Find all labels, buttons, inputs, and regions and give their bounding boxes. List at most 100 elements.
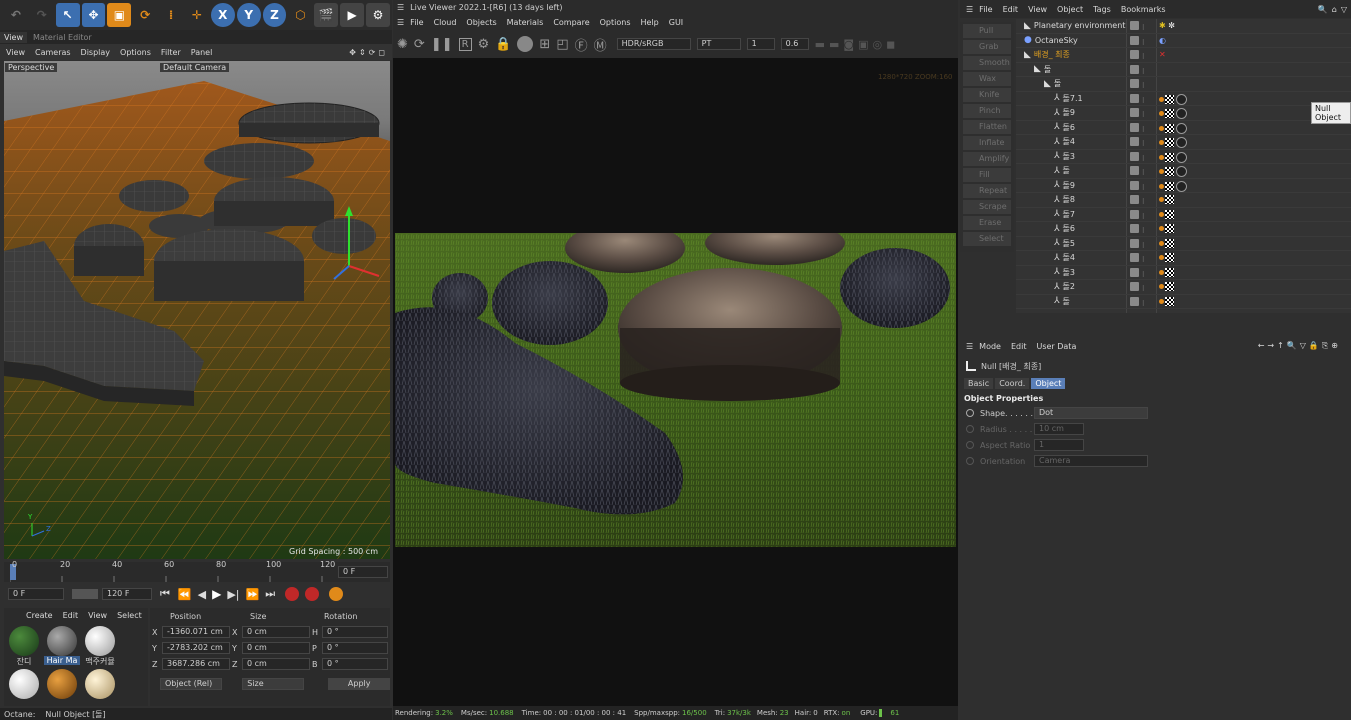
- object-row[interactable]: ⅄ 돌6 ⁝: [1016, 222, 1351, 237]
- value-field-1[interactable]: 1: [746, 38, 775, 50]
- size-x-field[interactable]: 0 cm: [242, 626, 310, 638]
- viewport-menu-options[interactable]: Options: [120, 48, 151, 57]
- om-menu-icon[interactable]: ☰: [966, 5, 973, 14]
- object-row[interactable]: ◣ 돌 ⁝: [1016, 77, 1351, 92]
- tab-coord[interactable]: Coord.: [995, 377, 1030, 389]
- render-output[interactable]: [395, 233, 956, 547]
- recent-tools-icon[interactable]: ⁞: [159, 3, 183, 27]
- position-x-field[interactable]: -1360.071 cm: [162, 626, 230, 638]
- object-row[interactable]: ⅄ 돌4 ⁝: [1016, 251, 1351, 266]
- region-render-icon[interactable]: R: [458, 37, 472, 51]
- prop-radio[interactable]: [966, 425, 974, 433]
- visibility-toggle[interactable]: ⁝: [1130, 79, 1145, 90]
- select-tool-icon[interactable]: ↖: [55, 3, 80, 27]
- visibility-toggle[interactable]: ⁝: [1130, 267, 1145, 279]
- object-tags[interactable]: [1159, 180, 1187, 192]
- visibility-toggle[interactable]: ⁝: [1130, 296, 1145, 308]
- om-menu-file[interactable]: File: [979, 5, 992, 14]
- viewport-menu-filter[interactable]: Filter: [161, 48, 181, 57]
- value-field-2[interactable]: 0.6: [780, 38, 809, 50]
- visibility-toggle[interactable]: ⁝: [1130, 108, 1145, 119]
- rotation-p-field[interactable]: 0 °: [322, 642, 388, 654]
- lv-menu-file[interactable]: File: [410, 18, 423, 27]
- lv-menu-help[interactable]: Help: [641, 18, 659, 27]
- rotation-h-field[interactable]: 0 °: [322, 626, 388, 638]
- go-start-icon[interactable]: ⏮: [160, 587, 170, 601]
- tab-basic[interactable]: Basic: [964, 377, 994, 389]
- object-row[interactable]: ⅄ 돌9 ⁝: [1016, 179, 1351, 193]
- am-nav-icons[interactable]: ←→↑🔍▽🔒⎘⊕: [1258, 341, 1341, 351]
- object-tags[interactable]: [1159, 253, 1176, 262]
- object-tags[interactable]: [1159, 296, 1176, 306]
- redo-icon[interactable]: ↷: [30, 3, 54, 27]
- am-menu-userdata[interactable]: User Data: [1036, 342, 1076, 351]
- start-frame-field[interactable]: 0 F: [8, 588, 64, 600]
- lv-menu-cloud[interactable]: Cloud: [434, 18, 457, 27]
- camera-label[interactable]: Default Camera: [160, 63, 230, 72]
- material-item[interactable]: 맥주커뮬: [82, 626, 118, 667]
- object-tags[interactable]: [1159, 151, 1187, 163]
- object-tags[interactable]: ✱ ✼: [1159, 21, 1175, 30]
- pause-icon[interactable]: ❚❚: [431, 37, 453, 52]
- live-viewer-menu-icon[interactable]: ☰: [397, 3, 404, 12]
- visibility-toggle[interactable]: ⁝: [1130, 195, 1145, 206]
- material-item[interactable]: [82, 669, 118, 699]
- object-tags[interactable]: [1159, 282, 1176, 291]
- aspect-ratio-field[interactable]: 1: [1034, 439, 1084, 451]
- object-row[interactable]: ⅄ 돌7 ⁝: [1016, 208, 1351, 222]
- sculpt-flatten[interactable]: Flatten: [963, 120, 1011, 134]
- 3d-viewport[interactable]: Perspective Default Camera Grid Spacing …: [4, 61, 390, 559]
- rotate-tool-icon[interactable]: ⟳: [133, 3, 157, 27]
- undo-icon[interactable]: ↶: [4, 3, 28, 27]
- viewport-menu-view[interactable]: View: [6, 48, 25, 57]
- object-row[interactable]: ⅄ 돌8 ⁝: [1016, 193, 1351, 208]
- add-region-icon[interactable]: ⊞: [539, 37, 550, 52]
- step-forward-icon[interactable]: ▶|: [227, 588, 239, 601]
- focus-icon[interactable]: ◰: [556, 37, 568, 52]
- prop-radio[interactable]: [966, 409, 974, 417]
- sculpt-inflate[interactable]: Inflate: [963, 136, 1011, 150]
- prev-key-icon[interactable]: ⏪: [178, 588, 192, 601]
- send-scene-icon[interactable]: ✺: [397, 37, 408, 52]
- om-menu-view[interactable]: View: [1028, 5, 1047, 14]
- coordinate-system-icon[interactable]: ⬡: [288, 3, 312, 27]
- tab-view[interactable]: View: [0, 31, 27, 43]
- material-item[interactable]: 잔디: [6, 626, 42, 667]
- keyframe-settings-icon[interactable]: [329, 587, 344, 601]
- lock-icon[interactable]: 🔒: [495, 37, 511, 52]
- object-row[interactable]: ⅄ 돌7.1 ⁝: [1016, 92, 1351, 106]
- go-end-icon[interactable]: ⏭: [265, 587, 275, 601]
- sculpt-knife[interactable]: Knife: [963, 88, 1011, 102]
- om-menu-tags[interactable]: Tags: [1093, 5, 1111, 14]
- am-menu-icon[interactable]: ☰: [966, 342, 973, 351]
- y-axis-lock-icon[interactable]: Y: [236, 3, 261, 27]
- range-slider[interactable]: [72, 589, 98, 599]
- visibility-toggle[interactable]: ⁝: [1130, 21, 1145, 32]
- object-row[interactable]: ◣ Planetary environment ⁝ ✱ ✼: [1016, 19, 1351, 34]
- object-row[interactable]: ● OctaneSky ⁝ ◐: [1016, 34, 1351, 48]
- settings-icon[interactable]: ⚙: [478, 37, 490, 52]
- mat-menu-view[interactable]: View: [88, 611, 107, 620]
- object-tags[interactable]: [1159, 238, 1176, 248]
- sculpt-wax[interactable]: Wax: [963, 72, 1011, 86]
- position-y-field[interactable]: -2783.202 cm: [162, 642, 230, 654]
- object-tags[interactable]: [1159, 209, 1176, 219]
- size-mode-select[interactable]: Size: [242, 678, 305, 690]
- visibility-toggle[interactable]: ⁝: [1130, 238, 1145, 250]
- om-filter-icon[interactable]: ▽: [1341, 5, 1347, 14]
- kernel-select[interactable]: PT: [696, 38, 741, 50]
- size-z-field[interactable]: 0 cm: [242, 658, 310, 670]
- lv-menu-objects[interactable]: Objects: [466, 18, 496, 27]
- size-y-field[interactable]: 0 cm: [242, 642, 310, 654]
- current-frame-field[interactable]: 0 F: [338, 566, 388, 578]
- mat-menu-select[interactable]: Select: [117, 611, 142, 620]
- object-row[interactable]: ⅄ 돌5 ⁝: [1016, 237, 1351, 251]
- visibility-toggle[interactable]: ⁝: [1130, 224, 1145, 235]
- extra-toolbar-icons[interactable]: ▬▬◙▣◎◼: [815, 38, 900, 51]
- am-menu-mode[interactable]: Mode: [979, 342, 1001, 351]
- object-row[interactable]: ⅄ 돌9 ⁝: [1016, 106, 1351, 121]
- apply-button[interactable]: Apply: [328, 678, 390, 690]
- visibility-toggle[interactable]: ⁝: [1130, 35, 1145, 47]
- mat-menu-create[interactable]: Create: [26, 611, 53, 620]
- prop-radio[interactable]: [966, 441, 974, 449]
